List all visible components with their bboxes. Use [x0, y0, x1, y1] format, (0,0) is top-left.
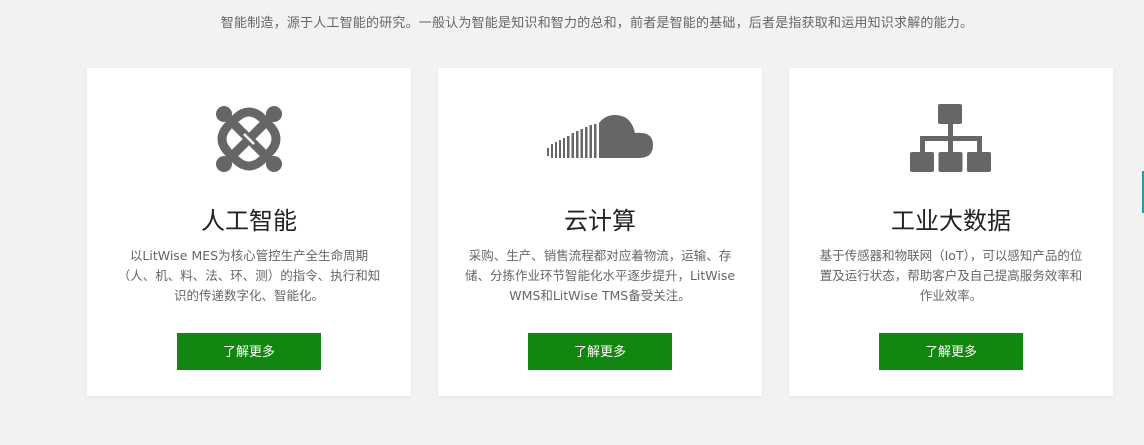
learn-more-button[interactable]: 了解更多	[528, 333, 672, 370]
learn-more-button[interactable]: 了解更多	[177, 333, 321, 370]
card-artificial-intelligence: 人工智能 以LitWise MES为核心管控生产全生命周期（人、机、料、法、环、…	[87, 68, 411, 396]
card-title: 工业大数据	[891, 207, 1011, 235]
card-description: 基于传感器和物联网（IoT），可以感知产品的位置及运行状态，帮助客户及自己提高服…	[819, 248, 1083, 303]
card-description: 采购、生产、销售流程都对应着物流，运输、存储、分拣作业环节智能化水平逐步提升，L…	[464, 248, 736, 303]
card-description: 以LitWise MES为核心管控生产全生命周期（人、机、料、法、环、测）的指令…	[117, 248, 381, 303]
joomla-icon	[87, 98, 411, 180]
intro-text: 智能制造，源于人工智能的研究。一般认为智能是知识和智力的总和，前者是智能的基础，…	[220, 16, 974, 31]
sitemap-icon	[789, 98, 1113, 180]
learn-more-button[interactable]: 了解更多	[879, 333, 1023, 370]
card-title: 云计算	[564, 207, 636, 235]
card-industrial-big-data: 工业大数据 基于传感器和物联网（IoT），可以感知产品的位置及运行状态，帮助客户…	[789, 68, 1113, 396]
soundcloud-cloud-icon	[438, 98, 762, 180]
card-title: 人工智能	[201, 207, 297, 235]
card-cloud-computing: 云计算 采购、生产、销售流程都对应着物流，运输、存储、分拣作业环节智能化水平逐步…	[438, 68, 762, 396]
